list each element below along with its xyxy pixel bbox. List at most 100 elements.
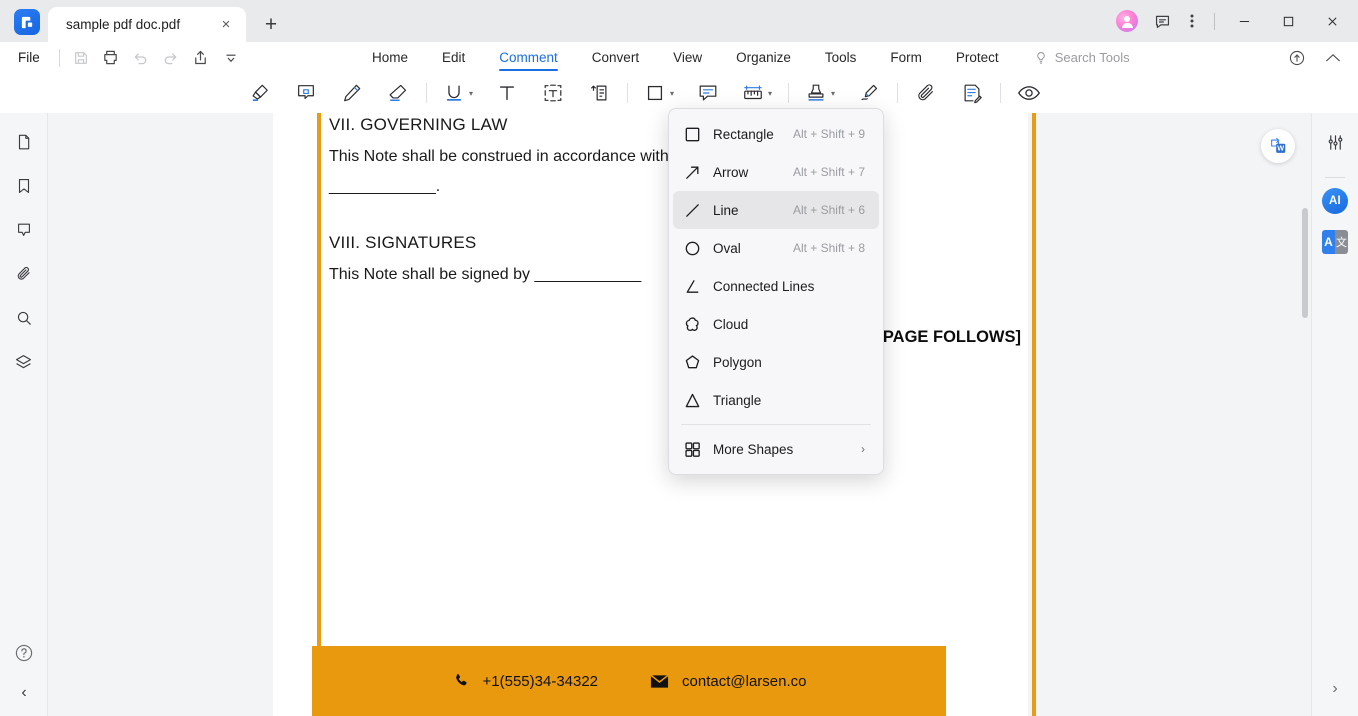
tab-organize[interactable]: Organize	[719, 42, 808, 73]
attachments-icon[interactable]	[9, 259, 39, 289]
summary-tool[interactable]	[955, 78, 989, 108]
note-tool[interactable]	[691, 78, 725, 108]
pencil-tool[interactable]	[335, 78, 369, 108]
measure-tool[interactable]: ▾	[737, 78, 777, 108]
signature-tool[interactable]	[852, 78, 886, 108]
collapse-sidebar-icon[interactable]: ‹	[9, 678, 39, 708]
maximize-button[interactable]	[1266, 0, 1310, 42]
document-tab[interactable]: sample pdf doc.pdf ×	[48, 7, 246, 42]
new-tab-button[interactable]: +	[256, 9, 286, 39]
chevron-down-icon: ▾	[831, 88, 836, 98]
translate-source-label: A	[1322, 230, 1335, 254]
footer-email-text: contact@larsen.co	[682, 672, 807, 690]
eraser-tool[interactable]	[381, 78, 415, 108]
tab-form[interactable]: Form	[873, 42, 939, 73]
comments-icon[interactable]	[9, 215, 39, 245]
undo-icon[interactable]	[126, 45, 156, 71]
avatar[interactable]	[1116, 10, 1138, 32]
menu-item-line[interactable]: Line Alt + Shift + 6	[673, 191, 879, 229]
document-footer-bar: +1(555)34-34322 contact@larsen.co	[312, 646, 946, 716]
feedback-icon[interactable]	[1147, 6, 1177, 36]
toolbar-divider-3	[788, 83, 790, 103]
text-tool[interactable]	[490, 78, 524, 108]
stamp-tool[interactable]: ▾	[800, 78, 840, 108]
word-icon: W	[1271, 138, 1286, 153]
search-tools-button[interactable]: Search Tools	[1034, 50, 1130, 65]
menu-item-cloud[interactable]: Cloud	[673, 305, 879, 343]
save-icon[interactable]	[66, 45, 96, 71]
underline-tool[interactable]: ▾	[438, 78, 478, 108]
layers-icon[interactable]	[9, 347, 39, 377]
menu-item-oval-label: Oval	[713, 240, 741, 256]
chevron-right-icon: ›	[861, 442, 865, 456]
menu-item-triangle[interactable]: Triangle	[673, 381, 879, 419]
bookmarks-icon[interactable]	[9, 171, 39, 201]
menu-item-line-label: Line	[713, 202, 739, 218]
text-box-tool[interactable]	[536, 78, 570, 108]
file-menu-button[interactable]: File	[0, 50, 53, 65]
menu-item-polygon[interactable]: Polygon	[673, 343, 879, 381]
translate-target-label: 文	[1335, 230, 1348, 254]
footer-email: contact@larsen.co	[650, 673, 806, 690]
print-icon[interactable]	[96, 45, 126, 71]
footer-phone-text: +1(555)34-34322	[482, 672, 599, 690]
chevron-down-icon: ▾	[469, 88, 474, 98]
tab-view[interactable]: View	[656, 42, 719, 73]
menu-item-arrow[interactable]: Arrow Alt + Shift + 7	[673, 153, 879, 191]
menu-item-rectangle-label: Rectangle	[713, 126, 774, 142]
line-icon	[683, 201, 713, 220]
share-icon[interactable]	[186, 45, 216, 71]
titlebar-divider	[1214, 12, 1215, 30]
menu-item-triangle-label: Triangle	[713, 392, 762, 408]
convert-to-word-button[interactable]: W	[1261, 129, 1295, 163]
quick-access-dropdown-icon[interactable]	[216, 45, 246, 71]
vertical-scrollbar-thumb[interactable]	[1302, 208, 1308, 318]
menu-item-rectangle[interactable]: Rectangle Alt + Shift + 9	[673, 115, 879, 153]
tab-tools[interactable]: Tools	[808, 42, 874, 73]
translate-button[interactable]: A 文	[1322, 230, 1348, 254]
menu-item-arrow-label: Arrow	[713, 164, 749, 180]
search-icon[interactable]	[9, 303, 39, 333]
tab-convert[interactable]: Convert	[575, 42, 656, 73]
menu-item-more-shapes[interactable]: More Shapes ›	[673, 430, 879, 468]
page-left-border	[317, 113, 321, 716]
shapes-tool[interactable]: ▾	[639, 78, 679, 108]
pdf-page[interactable]: VII. GOVERNING LAW This Note shall be co…	[273, 113, 1036, 716]
close-tab-icon[interactable]: ×	[216, 15, 236, 35]
tab-comment[interactable]: Comment	[482, 42, 575, 73]
ai-assistant-button[interactable]: AI	[1322, 188, 1348, 214]
collapse-ribbon-icon[interactable]	[1322, 47, 1344, 69]
right-sidebar: AI A 文 ›	[1311, 113, 1358, 716]
menubar-right	[1286, 47, 1358, 69]
toolbar-divider-4	[897, 83, 899, 103]
tab-protect[interactable]: Protect	[939, 42, 1016, 73]
oval-icon	[683, 239, 713, 258]
attachment-tool[interactable]	[909, 78, 943, 108]
expand-right-panel-icon[interactable]: ›	[1320, 674, 1350, 704]
toolbar-divider	[426, 83, 427, 103]
help-icon[interactable]	[9, 638, 39, 668]
tab-edit[interactable]: Edit	[425, 42, 482, 73]
minimize-button[interactable]	[1222, 0, 1266, 42]
close-button[interactable]	[1310, 0, 1354, 42]
menu-item-oval[interactable]: Oval Alt + Shift + 8	[673, 229, 879, 267]
triangle-icon	[683, 391, 713, 410]
page-thumbnails-icon[interactable]	[9, 127, 39, 157]
lightbulb-icon	[1036, 51, 1045, 64]
vertical-scrollbar[interactable]	[1299, 113, 1311, 716]
chevron-down-icon: ▾	[768, 88, 773, 98]
menu-item-cloud-label: Cloud	[713, 316, 749, 332]
tab-home[interactable]: Home	[355, 42, 425, 73]
text-callout-tool[interactable]	[582, 78, 616, 108]
area-highlight-tool[interactable]	[289, 78, 323, 108]
highlight-tool[interactable]	[243, 78, 277, 108]
more-options-icon[interactable]	[1177, 6, 1207, 36]
search-tools-label: Search Tools	[1054, 50, 1130, 65]
title-bar: sample pdf doc.pdf × +	[0, 0, 1358, 42]
view-comments-tool[interactable]	[1012, 78, 1046, 108]
properties-sliders-icon[interactable]	[1320, 127, 1350, 157]
redo-icon[interactable]	[156, 45, 186, 71]
menu-item-connected-lines[interactable]: Connected Lines	[673, 267, 879, 305]
arrow-icon	[683, 163, 713, 182]
cloud-upload-icon[interactable]	[1286, 47, 1308, 69]
